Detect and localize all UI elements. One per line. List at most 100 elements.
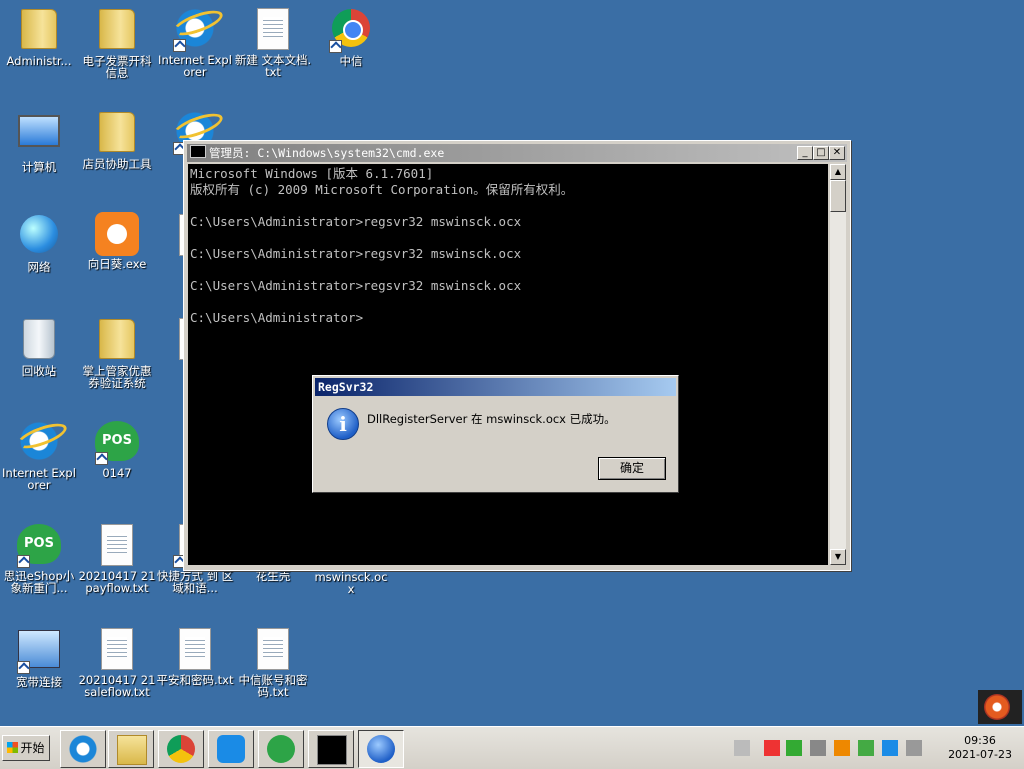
console-line: C:\Users\Administrator>regsvr32 mswinsck… xyxy=(190,214,522,229)
desktop-icon[interactable]: 向日葵.exe xyxy=(78,212,156,270)
desktop-icon[interactable]: 20210417 21 saleflow.txt xyxy=(78,626,156,698)
taskbar-eleme-button[interactable] xyxy=(208,730,254,768)
desktop-icon[interactable]: 网络 xyxy=(0,212,78,273)
text-file-icon xyxy=(251,628,295,672)
network-tray-icon[interactable] xyxy=(786,740,802,756)
dialog-title[interactable]: RegSvr32 xyxy=(315,378,676,396)
keyboard-icon[interactable] xyxy=(734,740,750,756)
start-button[interactable]: 开始 xyxy=(2,735,50,761)
desktop-icon[interactable]: 计算机 xyxy=(0,109,78,173)
desktop-icon-label: 新建 文本文档.txt xyxy=(234,53,312,79)
info-icon xyxy=(367,735,395,763)
broadband-icon xyxy=(17,630,61,674)
taskbar: 开始 09:36 2021-07-23 xyxy=(0,726,1024,769)
regsvr32-dialog: RegSvr32 i DllRegisterServer 在 mswinsck.… xyxy=(312,375,679,493)
console-output[interactable]: Microsoft Windows [版本 6.1.7601] 版权所有 (c) … xyxy=(188,164,828,565)
desktop-icon-label: 花生壳 xyxy=(255,569,291,583)
close-button[interactable]: ✕ xyxy=(829,146,845,160)
sunflower-icon xyxy=(95,212,139,256)
desktop-icon[interactable]: POS 思迅eShop小象新重门... xyxy=(0,522,78,594)
chrome-icon xyxy=(167,735,195,763)
cmd-title: 管理员: C:\Windows\system32\cmd.exe xyxy=(209,146,445,160)
cmd-titlebar[interactable]: 管理员: C:\Windows\system32\cmd.exe _ □ ✕ xyxy=(187,144,847,162)
clock-date: 2021-07-23 xyxy=(948,748,1012,761)
desktop-icon[interactable]: 回收站 xyxy=(0,316,78,377)
desktop-icon-label: 快捷方式 到 区域和语... xyxy=(156,569,234,595)
console-line: 版权所有 (c) 2009 Microsoft Corporation。保留所有… xyxy=(190,182,574,197)
desktop-icon[interactable]: POS 0147 xyxy=(78,419,156,479)
ie-icon xyxy=(69,735,97,763)
tray-app-icon[interactable] xyxy=(764,740,780,756)
user-folder-icon xyxy=(17,9,61,53)
desktop-icon-label: 宽带连接 xyxy=(16,675,62,689)
desktop-icon[interactable]: 店员协助工具 xyxy=(78,109,156,170)
system-tray: 09:36 2021-07-23 xyxy=(730,732,1020,764)
folder-icon xyxy=(117,735,147,765)
desktop-icon-label: mswinsck.ocx xyxy=(314,570,388,596)
desktop-icon-label: 回收站 xyxy=(21,364,57,378)
text-file-icon xyxy=(173,628,217,672)
cmd-window[interactable]: 管理员: C:\Windows\system32\cmd.exe _ □ ✕ M… xyxy=(183,140,851,571)
scroll-thumb[interactable] xyxy=(830,180,846,212)
desktop-icon-label: 掌上管家优惠券验证系统 xyxy=(82,364,152,390)
recycle-bin-icon xyxy=(17,319,61,363)
desktop-icon-label: 向日葵.exe xyxy=(87,257,147,271)
desktop-icon[interactable]: 宽带连接 xyxy=(0,626,78,688)
desktop-icon[interactable]: 中信 xyxy=(312,6,390,67)
folder-icon xyxy=(95,9,139,53)
taskbar-regsvr-button[interactable] xyxy=(358,730,404,768)
pos-icon xyxy=(267,735,295,763)
tray-eleme-icon[interactable] xyxy=(882,740,898,756)
desktop-icon[interactable]: Internet Explorer xyxy=(156,6,234,78)
desktop-icon-label: 中信账号和密码.txt xyxy=(238,673,308,699)
taskbar-pos-button[interactable] xyxy=(258,730,304,768)
clock[interactable]: 09:36 2021-07-23 xyxy=(948,734,1012,762)
desktop-icon-label: 店员协助工具 xyxy=(82,157,152,171)
console-line: C:\Users\Administrator>regsvr32 mswinsck… xyxy=(190,278,522,293)
desktop-icon[interactable]: 掌上管家优惠券验证系统 xyxy=(78,316,156,389)
desktop-icon-label: 思迅eShop小象新重门... xyxy=(3,569,75,595)
desktop-icon[interactable]: Internet Explorer xyxy=(0,419,78,491)
shortcut-arrow-icon xyxy=(17,661,30,674)
sunflower-icon xyxy=(984,694,1010,720)
desktop-icon-label: 0147 xyxy=(102,466,132,480)
clock-time: 09:36 xyxy=(964,734,996,747)
folder-icon xyxy=(95,319,139,363)
taskbar-explorer-button[interactable] xyxy=(108,730,154,768)
text-file-icon xyxy=(95,628,139,672)
desktop-icon[interactable]: 平安和密码.txt xyxy=(156,626,234,686)
desktop-icon-label: Administr... xyxy=(6,54,72,68)
ok-button[interactable]: 确定 xyxy=(598,457,666,480)
folder-icon xyxy=(95,112,139,156)
scroll-up-arrow-icon[interactable]: ▲ xyxy=(830,164,846,180)
tray-monitor-icon[interactable] xyxy=(906,740,922,756)
sunflower-gadget[interactable] xyxy=(978,690,1022,724)
shortcut-arrow-icon xyxy=(173,39,186,52)
desktop-icon-label: Internet Explorer xyxy=(158,53,232,79)
desktop-icon[interactable]: 20210417 21 payflow.txt xyxy=(78,522,156,594)
tray-misc-icon[interactable] xyxy=(858,740,874,756)
vertical-scrollbar[interactable]: ▲ ▼ xyxy=(830,164,846,565)
taskbar-chrome-button[interactable] xyxy=(158,730,204,768)
desktop-icon-label: 20210417 21 saleflow.txt xyxy=(78,673,156,699)
desktop-icon[interactable]: 中信账号和密码.txt xyxy=(234,626,312,698)
taskbar-cmd-button[interactable] xyxy=(308,730,354,768)
console-line: C:\Users\Administrator>regsvr32 mswinsck… xyxy=(190,246,522,261)
desktop-icon[interactable]: 新建 文本文档.txt xyxy=(234,6,312,78)
cmd-icon xyxy=(317,735,347,765)
tray-flag-icon[interactable] xyxy=(834,740,850,756)
cmd-icon xyxy=(190,145,206,158)
desktop-icon[interactable]: Administr... xyxy=(0,6,78,67)
maximize-button[interactable]: □ xyxy=(813,146,829,160)
minimize-button[interactable]: _ xyxy=(797,146,813,160)
ie-icon xyxy=(173,8,217,52)
taskbar-ie-button[interactable] xyxy=(60,730,106,768)
ie-icon xyxy=(17,421,61,465)
desktop-icon[interactable]: 电子发票开科信息 xyxy=(78,6,156,79)
windows-flag-icon xyxy=(7,742,19,753)
volume-icon[interactable] xyxy=(810,740,826,756)
scroll-down-arrow-icon[interactable]: ▼ xyxy=(830,549,846,565)
